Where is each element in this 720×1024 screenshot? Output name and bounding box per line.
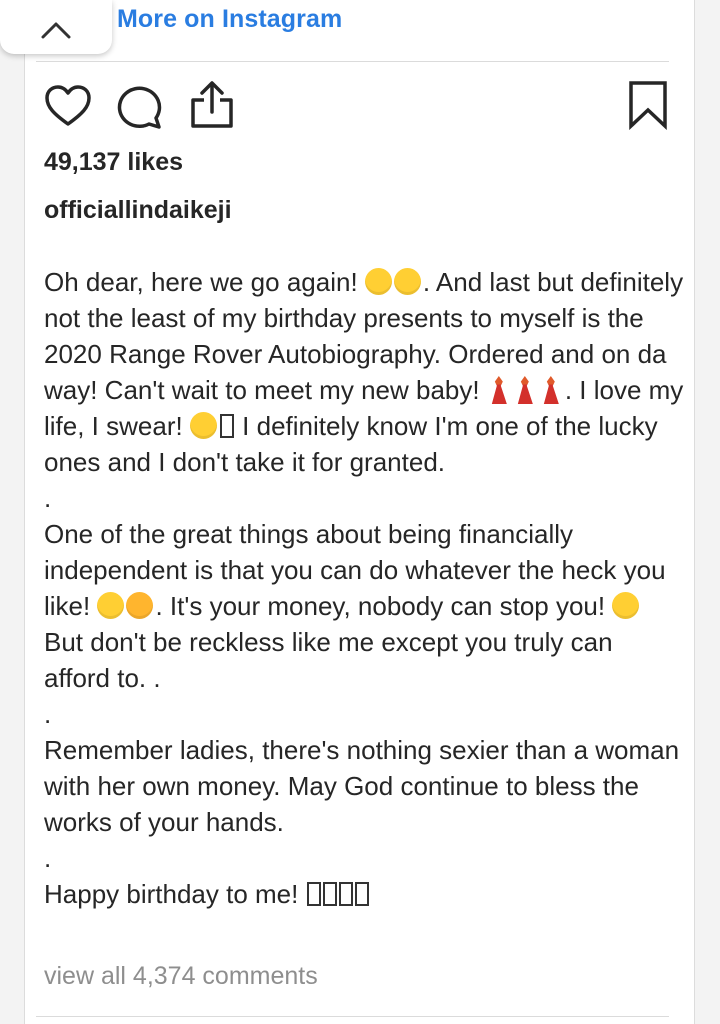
post-username[interactable]: officiallindaikeji xyxy=(44,196,232,225)
caption-paragraph: Happy birthday to me! xyxy=(44,876,684,912)
post-caption: Oh dear, here we go again! . And last bu… xyxy=(44,264,684,912)
caption-text: Happy birthday to me! xyxy=(44,879,299,909)
missing-glyph-icon xyxy=(354,882,369,906)
share-icon[interactable] xyxy=(188,80,236,130)
caption-text: Oh dear, here we go again! xyxy=(44,267,358,297)
missing-glyph-icon xyxy=(322,882,337,906)
caption-paragraph: Remember ladies, there's nothing sexier … xyxy=(44,735,680,837)
comment-icon[interactable] xyxy=(116,84,164,130)
heart-icon[interactable] xyxy=(44,84,92,128)
caption-text: . It's your money, nobody can stop you! xyxy=(155,591,606,621)
dancer-emoji-icon xyxy=(491,376,507,404)
caption-paragraph: Oh dear, here we go again! . And last bu… xyxy=(44,264,684,480)
missing-glyph-icon xyxy=(219,414,234,438)
collapse-button[interactable] xyxy=(0,0,112,54)
bookmark-icon[interactable] xyxy=(626,80,670,130)
dancer-emoji-icon xyxy=(543,376,559,404)
caption-separator: . xyxy=(44,483,52,513)
divider xyxy=(36,61,669,62)
caption-text: But don't be reckless like me except you… xyxy=(44,627,613,693)
smiling-emoji-icon xyxy=(612,592,640,619)
grinning-emoji-icon xyxy=(393,268,421,295)
rofl-emoji-icon xyxy=(126,592,154,619)
caption-paragraph: One of the great things about being fina… xyxy=(44,516,684,696)
view-all-comments-link[interactable]: view all 4,374 comments xyxy=(44,962,318,991)
dancer-emoji-icon xyxy=(517,376,533,404)
missing-glyph-icon xyxy=(338,882,353,906)
grinning-emoji-icon xyxy=(364,268,392,295)
likes-count[interactable]: 49,137 likes xyxy=(44,148,183,177)
caption-separator: . xyxy=(44,699,52,729)
missing-glyph-icon xyxy=(306,882,321,906)
winking-tongue-emoji-icon xyxy=(97,592,125,619)
chevron-up-icon xyxy=(41,22,71,39)
more-on-instagram-link[interactable]: More on Instagram xyxy=(117,5,342,34)
caption-separator: . xyxy=(44,843,52,873)
winking-tongue-emoji-icon xyxy=(189,412,217,439)
divider xyxy=(36,1016,669,1017)
